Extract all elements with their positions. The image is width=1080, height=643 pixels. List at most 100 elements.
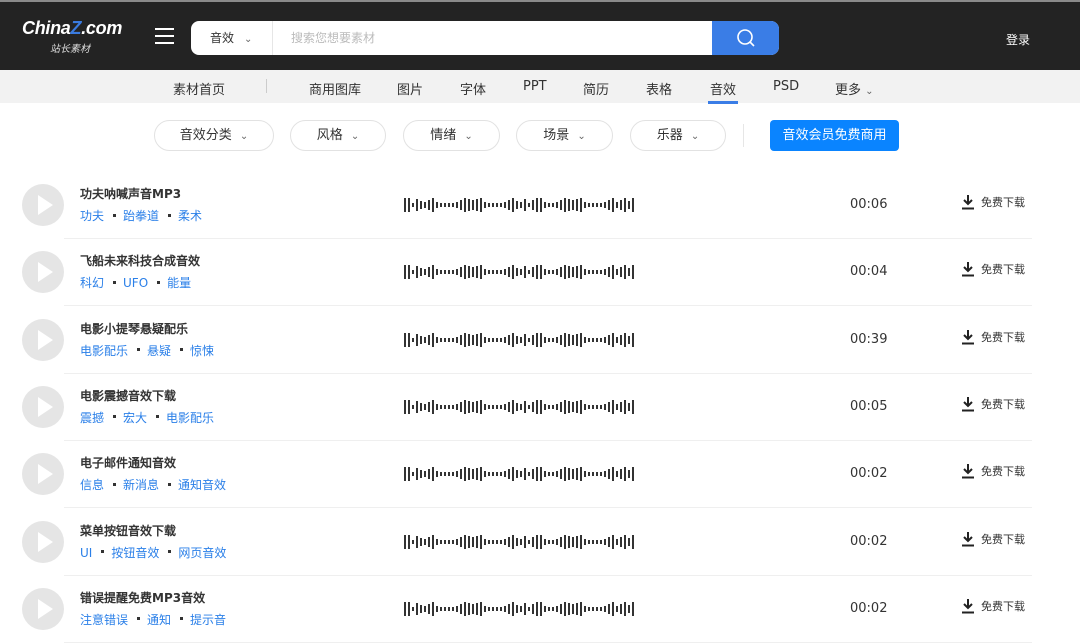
waveform-bar <box>616 202 618 208</box>
waveform-bar <box>480 601 482 616</box>
tag-separator <box>113 415 117 419</box>
waveform-bar <box>524 400 526 413</box>
filter-mood[interactable]: 情绪 ⌄ <box>403 120 500 151</box>
nav-sheets[interactable]: 表格 <box>646 79 672 98</box>
search-category-select[interactable]: 音效 ⌄ <box>191 21 273 55</box>
waveform-bar <box>544 471 546 478</box>
waveform-bar <box>488 203 490 207</box>
play-button[interactable] <box>22 184 64 226</box>
tag-link[interactable]: 信息 <box>80 478 104 492</box>
play-button[interactable] <box>22 251 64 294</box>
sound-title[interactable]: 电影震撼音效下载 <box>80 387 176 404</box>
sound-title[interactable]: 错误提醒免费MP3音效 <box>80 589 205 606</box>
waveform-bar <box>548 337 550 342</box>
waveform-bar <box>440 337 442 342</box>
tag-link[interactable]: 提示音 <box>190 613 226 627</box>
tag-link[interactable]: 悬疑 <box>147 344 171 358</box>
tag-link[interactable]: 能量 <box>167 276 191 290</box>
tag-link[interactable]: 柔术 <box>178 209 202 223</box>
waveform-bar <box>576 333 578 346</box>
sound-title[interactable]: 功夫呐喊声音MP3 <box>80 185 181 202</box>
waveform-bar <box>532 267 534 278</box>
filter-scene[interactable]: 场景 ⌄ <box>516 120 613 151</box>
download-button[interactable]: 免费下载 <box>961 531 1025 547</box>
waveform-bar <box>428 267 430 278</box>
nav-home[interactable]: 素材首页 <box>173 79 225 98</box>
filter-category[interactable]: 音效分类 ⌄ <box>154 120 274 151</box>
waveform[interactable] <box>404 197 634 213</box>
tag-link[interactable]: 注意错误 <box>80 613 128 627</box>
tag-link[interactable]: 功夫 <box>80 209 104 223</box>
tag-link[interactable]: 新消息 <box>123 478 159 492</box>
waveform-bar <box>416 468 418 481</box>
play-button[interactable] <box>22 385 64 428</box>
play-button[interactable] <box>22 587 64 630</box>
logo[interactable]: ChinaZ.com 站长素材 <box>22 18 122 55</box>
download-button[interactable]: 免费下载 <box>961 463 1025 479</box>
waveform-bar <box>536 399 538 414</box>
sound-title[interactable]: 飞船未来科技合成音效 <box>80 252 200 269</box>
play-button[interactable] <box>22 453 64 496</box>
tag-link[interactable]: 电影配乐 <box>80 344 128 358</box>
filter-instrument[interactable]: 乐器 ⌄ <box>630 120 726 151</box>
waveform-bar <box>464 534 466 549</box>
waveform-bar <box>560 536 562 547</box>
waveform-bar <box>456 269 458 276</box>
waveform-bar <box>620 603 622 614</box>
waveform-bar <box>416 199 418 211</box>
sound-title[interactable]: 电子邮件通知音效 <box>80 454 176 471</box>
nav-psd[interactable]: PSD <box>773 79 799 94</box>
tag-link[interactable]: 惊悚 <box>190 344 214 358</box>
sound-title[interactable]: 菜单按钮音效下载 <box>80 522 176 539</box>
waveform[interactable] <box>404 601 634 617</box>
waveform-bar <box>576 602 578 615</box>
tag-link[interactable]: 科幻 <box>80 276 104 290</box>
waveform[interactable] <box>404 264 634 280</box>
download-button[interactable]: 免费下载 <box>961 396 1025 412</box>
play-button[interactable] <box>22 520 64 563</box>
nav-fonts[interactable]: 字体 <box>460 79 486 98</box>
waveform[interactable] <box>404 466 634 482</box>
nav-ppt[interactable]: PPT <box>523 79 547 94</box>
waveform-bar <box>620 267 622 278</box>
nav-stock[interactable]: 商用图库 <box>309 79 361 98</box>
tag-link[interactable]: 电影配乐 <box>166 411 214 425</box>
menu-icon[interactable] <box>155 28 174 44</box>
tag-link[interactable]: 宏大 <box>123 411 147 425</box>
tag-link[interactable]: 震撼 <box>80 411 104 425</box>
tag-link[interactable]: 通知 <box>147 613 171 627</box>
search-input[interactable] <box>274 21 699 55</box>
waveform[interactable] <box>404 399 634 415</box>
nav-images[interactable]: 图片 <box>397 79 423 98</box>
search-button[interactable] <box>712 21 779 55</box>
tag-link[interactable]: UI <box>80 546 92 560</box>
waveform-bar <box>456 538 458 545</box>
waveform-bar <box>604 269 606 276</box>
nav-resume[interactable]: 简历 <box>583 79 609 98</box>
waveform-bar <box>592 270 594 275</box>
nav-more[interactable]: 更多 ⌄ <box>835 79 874 98</box>
play-button[interactable] <box>22 318 64 361</box>
filter-style[interactable]: 风格 ⌄ <box>290 120 386 151</box>
tag-link[interactable]: 网页音效 <box>178 546 226 560</box>
waveform[interactable] <box>404 332 634 348</box>
tag-link[interactable]: 跆拳道 <box>123 209 159 223</box>
vip-button[interactable]: 音效会员免费商用 <box>770 120 899 151</box>
waveform-bar <box>464 467 466 482</box>
nav-sound[interactable]: 音效 <box>707 79 739 104</box>
download-button[interactable]: 免费下载 <box>961 261 1025 277</box>
login-link[interactable]: 登录 <box>1006 31 1030 48</box>
download-button[interactable]: 免费下载 <box>961 598 1025 614</box>
tag-link[interactable]: 按钮音效 <box>111 546 159 560</box>
waveform[interactable] <box>404 534 634 550</box>
sound-title[interactable]: 电影小提琴悬疑配乐 <box>80 320 188 337</box>
tag-link[interactable]: UFO <box>123 276 148 290</box>
waveform-bar <box>516 402 518 411</box>
waveform-bar <box>592 472 594 477</box>
sound-tags: 电影配乐 悬疑 惊悚 <box>80 342 214 359</box>
download-button[interactable]: 免费下载 <box>961 329 1025 345</box>
waveform-bar <box>616 336 618 343</box>
download-button[interactable]: 免费下载 <box>961 194 1025 210</box>
tag-link[interactable]: 通知音效 <box>178 478 226 492</box>
waveform-bar <box>552 203 554 207</box>
